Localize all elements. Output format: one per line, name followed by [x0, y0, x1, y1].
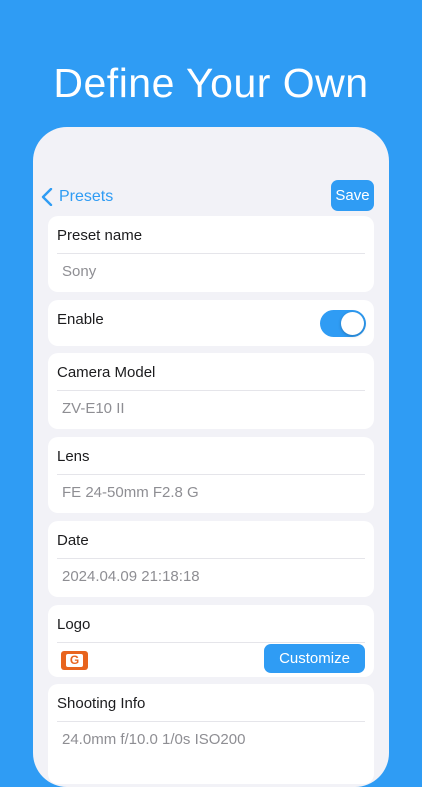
preset-name-label: Preset name — [57, 227, 143, 244]
logo-preview-icon: G — [61, 651, 88, 670]
enable-card: Enable — [48, 300, 374, 346]
logo-card: Logo G Customize — [48, 605, 374, 677]
chevron-left-icon — [41, 188, 53, 206]
shooting-info-card: Shooting Info 24.0mm f/10.0 1/0s ISO200 — [48, 684, 374, 784]
headline: Define Your Own — [53, 60, 369, 106]
phone-screen: Presets Save Preset name Sony Enable Cam… — [33, 127, 389, 787]
date-label: Date — [57, 532, 89, 549]
enable-toggle[interactable] — [320, 310, 366, 337]
enable-label: Enable — [57, 311, 104, 328]
divider — [57, 558, 365, 559]
toggle-knob — [341, 312, 364, 335]
camera-model-label: Camera Model — [57, 364, 156, 381]
divider — [57, 721, 365, 722]
date-card: Date 2024.04.09 21:18:18 — [48, 521, 374, 597]
divider — [57, 474, 365, 475]
divider — [57, 642, 365, 643]
preset-name-card: Preset name Sony — [48, 216, 374, 292]
logo-label: Logo — [57, 616, 91, 633]
back-button[interactable]: Presets — [41, 184, 113, 210]
back-button-label: Presets — [59, 188, 114, 205]
date-field[interactable]: 2024.04.09 21:18:18 — [62, 568, 200, 585]
divider — [57, 253, 365, 254]
camera-model-card: Camera Model ZV-E10 II — [48, 353, 374, 429]
lens-field[interactable]: FE 24-50mm F2.8 G — [62, 484, 199, 501]
preset-name-field[interactable]: Sony — [62, 263, 96, 280]
divider — [57, 390, 365, 391]
lens-label: Lens — [57, 448, 90, 465]
shooting-info-field[interactable]: 24.0mm f/10.0 1/0s ISO200 — [62, 731, 245, 748]
navigation-bar: Presets Save — [33, 180, 389, 214]
lens-card: Lens FE 24-50mm F2.8 G — [48, 437, 374, 513]
save-button[interactable]: Save — [331, 180, 374, 211]
shooting-info-label: Shooting Info — [57, 695, 146, 712]
logo-letter: G — [66, 654, 83, 667]
customize-button[interactable]: Customize — [264, 644, 365, 673]
camera-model-field[interactable]: ZV-E10 II — [62, 400, 125, 417]
